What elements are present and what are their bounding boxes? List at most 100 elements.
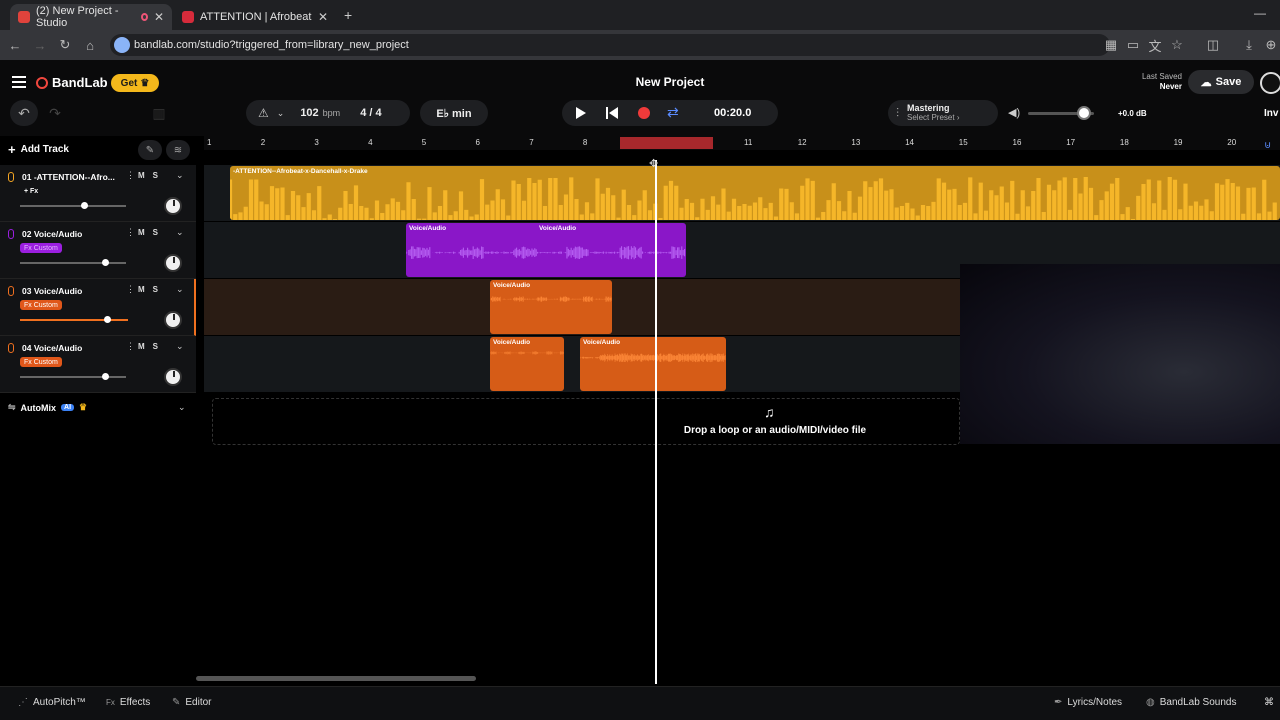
chevron-down-icon[interactable]: ⌄	[176, 170, 184, 181]
site-info-icon[interactable]	[114, 37, 130, 53]
settings-sliders-icon[interactable]: ≋	[166, 140, 190, 160]
solo-button[interactable]: S	[153, 285, 158, 294]
mastering-button[interactable]: ⫶ Mastering Select Preset ›	[888, 100, 998, 126]
track-menu-icon[interactable]: ⋮	[126, 170, 135, 181]
pan-knob[interactable]	[164, 311, 182, 329]
fx-chip[interactable]: Fx Custom	[20, 300, 62, 310]
fx-chip[interactable]: Fx Custom	[20, 357, 62, 367]
sidepanel-icon[interactable]: ◫	[1204, 36, 1222, 54]
track-name[interactable]: 02 Voice/Audio	[22, 229, 122, 239]
chevron-down-icon[interactable]: ⌄	[176, 341, 184, 352]
bookmark-star-icon[interactable]: ☆	[1168, 36, 1186, 54]
lyrics-notes-button[interactable]: ✒ Lyrics/Notes	[1054, 697, 1122, 708]
solo-button[interactable]: S	[153, 342, 158, 351]
mixer-icon[interactable]: ▥	[146, 102, 172, 124]
bandlab-sounds-button[interactable]: ◍ BandLab Sounds	[1146, 697, 1236, 708]
chevron-down-icon[interactable]: ⌄	[178, 402, 186, 413]
track-name[interactable]: 03 Voice/Audio	[22, 286, 122, 296]
record-icon[interactable]	[638, 107, 650, 119]
audio-clip[interactable]: Voice/Audio	[490, 337, 564, 391]
play-icon[interactable]	[576, 107, 586, 119]
cast-icon[interactable]: ▭	[1124, 36, 1142, 54]
track-header-2[interactable]: 02 Voice/Audio ⋮ M S ⌄ Fx Custom	[0, 222, 196, 279]
volume-handle[interactable]	[101, 373, 109, 380]
effects-button[interactable]: Fx Effects	[106, 697, 150, 708]
command-icon[interactable]: ⌘	[1264, 697, 1274, 708]
horizontal-scrollbar[interactable]	[196, 676, 476, 681]
playhead-handle-icon[interactable]: ✥	[649, 157, 658, 170]
solo-button[interactable]: S	[153, 228, 158, 237]
invite-button[interactable]: Inv	[1264, 108, 1278, 119]
track-lane-1[interactable]: -ATTENTION--Afrobeat-x-Dancehall-x-Drake	[204, 165, 1280, 222]
bpm-value[interactable]: 102	[300, 107, 318, 119]
snap-icon[interactable]: ⊍	[1264, 140, 1271, 151]
drop-zone[interactable]	[212, 398, 960, 445]
track-header-3[interactable]: 03 Voice/Audio ⋮ M S ⌄ Fx Custom	[0, 279, 196, 336]
loop-icon[interactable]: ⇄	[667, 104, 679, 121]
audio-clip[interactable]: Voice/Audio	[580, 337, 726, 391]
audio-clip[interactable]: -ATTENTION--Afrobeat-x-Dancehall-x-Drake	[230, 166, 1280, 220]
mute-button[interactable]: M	[138, 228, 145, 237]
volume-slider[interactable]	[20, 319, 128, 321]
extension-icon[interactable]: ▦	[1102, 36, 1120, 54]
volume-slider[interactable]	[20, 376, 126, 378]
autopitch-button[interactable]: ⋰ AutoPitch™	[18, 697, 86, 708]
browser-tab-studio[interactable]: (2) New Project - Studio ✕	[10, 4, 172, 30]
chevron-down-icon[interactable]: ⌄	[176, 227, 184, 238]
track-menu-icon[interactable]: ⋮	[126, 227, 135, 238]
track-name[interactable]: 01 -ATTENTION--Afro...	[22, 172, 122, 182]
mute-button[interactable]: M	[138, 342, 145, 351]
close-tab-icon[interactable]: ✕	[154, 10, 164, 24]
chevron-down-icon[interactable]: ⌄	[176, 284, 184, 295]
get-membership-button[interactable]: Get ♛	[111, 74, 159, 92]
translate-icon[interactable]: 文	[1146, 36, 1164, 54]
speaker-icon[interactable]: ◀)	[1008, 106, 1020, 119]
key-selector[interactable]: E♭ min	[420, 100, 488, 126]
volume-handle[interactable]	[104, 316, 112, 323]
volume-handle[interactable]	[80, 202, 88, 209]
pan-knob[interactable]	[164, 197, 182, 215]
globe-icon[interactable]	[1260, 72, 1280, 94]
time-signature[interactable]: 4 / 4	[360, 107, 381, 119]
back-icon[interactable]: ←	[6, 36, 24, 54]
track-lane-4[interactable]: Voice/Audio Voice/Audio	[204, 336, 960, 393]
close-tab-icon[interactable]: ✕	[318, 10, 328, 24]
track-header-4[interactable]: 04 Voice/Audio ⋮ M S ⌄ Fx Custom	[0, 336, 196, 393]
pan-knob[interactable]	[164, 254, 182, 272]
add-track-button[interactable]: + Add Track	[8, 142, 69, 157]
automix-row[interactable]: ⇋ AutoMix AI ♛	[8, 402, 87, 413]
project-title[interactable]: New Project	[560, 75, 780, 89]
metronome-icon[interactable]: ⚠	[258, 106, 269, 120]
mute-button[interactable]: M	[138, 171, 145, 180]
track-header-1[interactable]: 01 -ATTENTION--Afro... ⋮ M S ⌄ + Fx	[0, 165, 196, 222]
master-volume-handle[interactable]	[1077, 106, 1092, 120]
address-bar[interactable]: bandlab.com/studio?triggered_from=librar…	[110, 34, 1110, 56]
playhead[interactable]	[655, 160, 657, 684]
profile-icon[interactable]: ⊕	[1262, 36, 1280, 54]
pan-knob[interactable]	[164, 368, 182, 386]
track-menu-icon[interactable]: ⋮	[126, 341, 135, 352]
bandlab-logo[interactable]: BandLab	[36, 75, 108, 90]
forward-icon[interactable]: →	[31, 36, 49, 54]
volume-slider[interactable]	[20, 262, 126, 264]
redo-icon[interactable]: ↷	[42, 102, 68, 124]
reload-icon[interactable]: ↻	[56, 36, 74, 54]
volume-slider[interactable]	[20, 205, 126, 207]
audio-clip[interactable]: Voice/Audio	[490, 280, 612, 334]
browser-tab-attention[interactable]: ATTENTION | Afrobeat x Da ✕	[174, 4, 336, 30]
home-icon[interactable]: ⌂	[81, 36, 99, 54]
track-menu-icon[interactable]: ⋮	[126, 284, 135, 295]
fx-chip[interactable]: + Fx	[20, 186, 42, 196]
loop-region[interactable]	[620, 137, 713, 149]
chevron-down-icon[interactable]: ⌄	[277, 108, 285, 119]
timeline-ruler[interactable]: 1234567891011121314151617181920	[204, 136, 1280, 150]
save-button[interactable]: ☁ Save	[1188, 70, 1254, 94]
solo-button[interactable]: S	[153, 171, 158, 180]
editor-button[interactable]: ✎ Editor	[172, 697, 212, 708]
volume-handle[interactable]	[101, 259, 109, 266]
mute-button[interactable]: M	[138, 285, 145, 294]
fx-chip[interactable]: Fx Custom	[20, 243, 62, 253]
skip-back-icon[interactable]	[606, 107, 608, 119]
audio-clip[interactable]: Voice/Audio Voice/Audio	[406, 223, 686, 277]
hamburger-menu-icon[interactable]	[12, 76, 26, 88]
